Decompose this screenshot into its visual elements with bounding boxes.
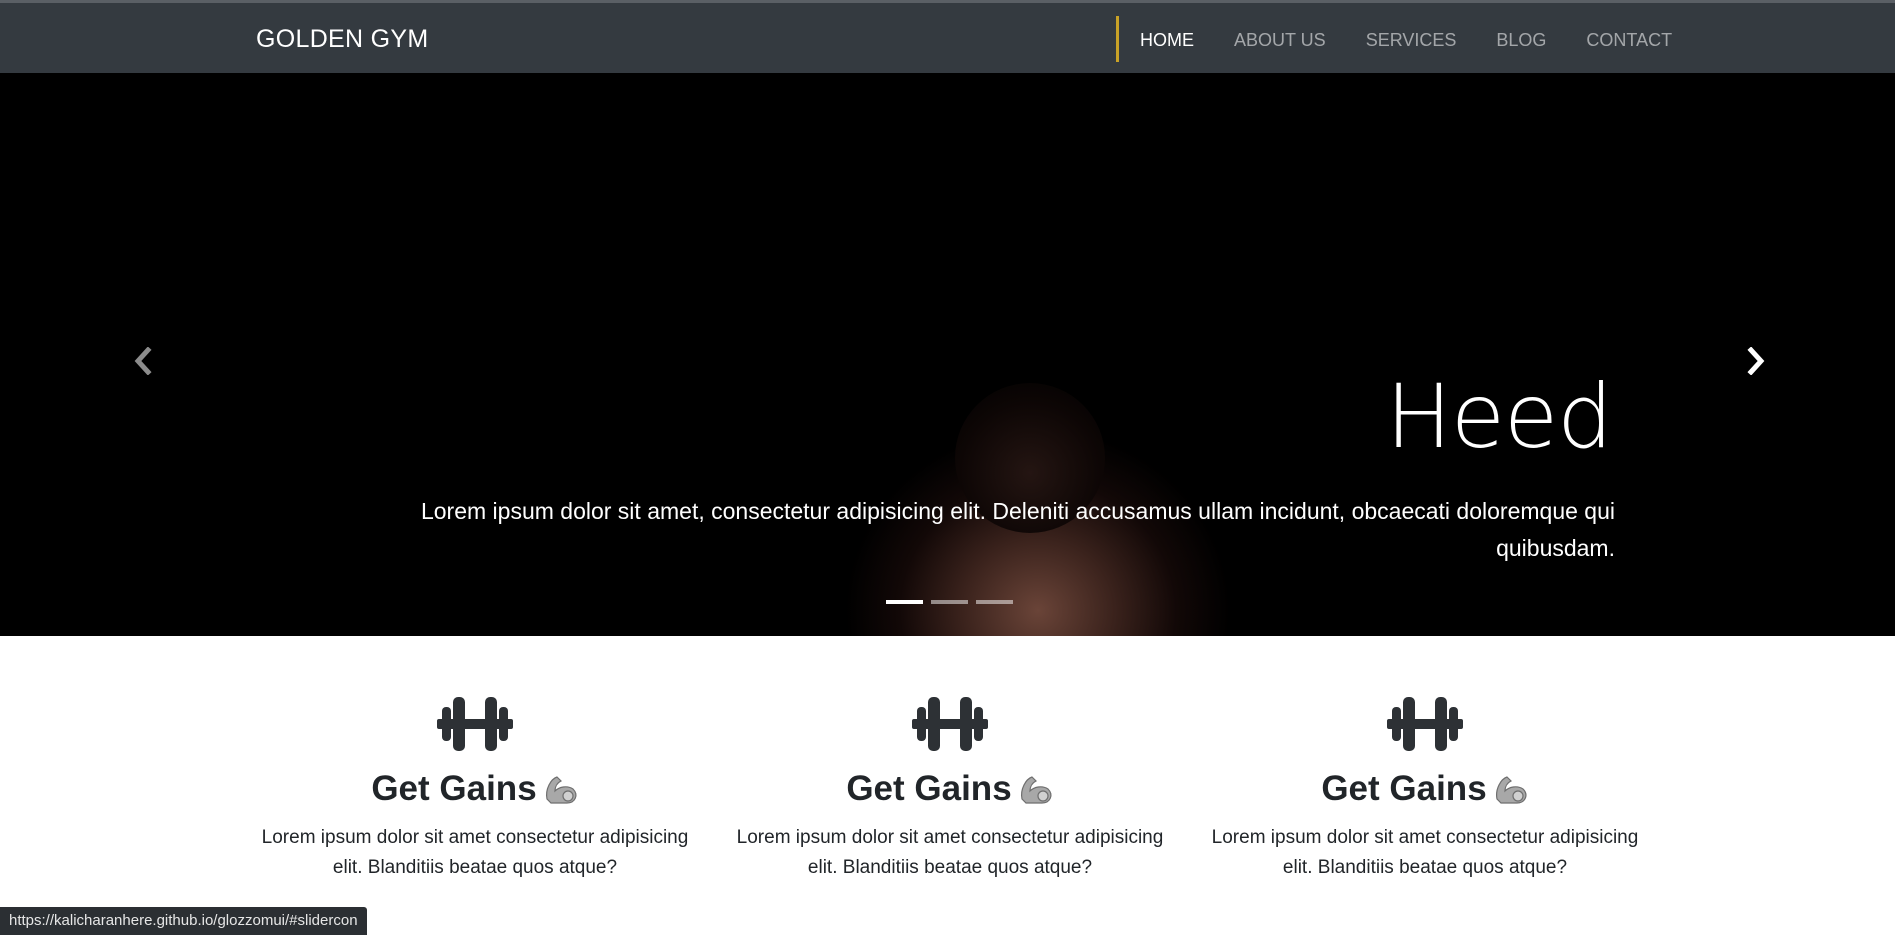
dumbbell-icon [1387, 697, 1463, 751]
carousel-next-button[interactable] [1726, 331, 1786, 391]
browser-status-url: https://kalicharanhere.github.io/glozzom… [0, 907, 367, 935]
feature-title: Get Gains [730, 769, 1170, 809]
dumbbell-icon [912, 697, 988, 751]
flexed-biceps-icon [1020, 776, 1052, 804]
carousel-indicator-2[interactable] [931, 600, 968, 604]
carousel-caption-title: Heed [1385, 365, 1613, 468]
nav-link-about-us[interactable]: ABOUT US [1234, 30, 1326, 51]
feature-title-text: Get Gains [846, 769, 1012, 808]
chevron-left-icon [134, 347, 152, 375]
nav-link-services[interactable]: SERVICES [1366, 30, 1457, 51]
nav-link-blog[interactable]: BLOG [1496, 30, 1546, 51]
feature-title-text: Get Gains [371, 769, 537, 808]
flexed-biceps-icon [545, 776, 577, 804]
nav-link-contact[interactable]: CONTACT [1586, 30, 1672, 51]
brand-logo[interactable]: GOLDEN GYM [256, 25, 428, 54]
feature-text: Lorem ipsum dolor sit amet consectetur a… [1211, 827, 1639, 878]
nav-link-home[interactable]: HOME [1140, 30, 1194, 51]
carousel-indicator-3[interactable] [976, 600, 1013, 604]
feature-card: Get Gains Lorem ipsum dolor sit amet con… [255, 695, 695, 883]
navbar: GOLDEN GYM HOME ABOUT US SERVICES BLOG C… [0, 0, 1895, 73]
carousel-caption-text: Lorem ipsum dolor sit amet, consectetur … [420, 498, 1615, 561]
nav-links: HOME ABOUT US SERVICES BLOG CONTACT [1140, 30, 1672, 51]
chevron-right-icon [1747, 347, 1765, 375]
feature-title-text: Get Gains [1321, 769, 1487, 808]
carousel-indicator-1[interactable] [886, 600, 923, 604]
carousel-indicators [886, 600, 1013, 604]
nav-divider [1116, 16, 1119, 62]
feature-title: Get Gains [255, 769, 695, 809]
feature-text: Lorem ipsum dolor sit amet consectetur a… [736, 827, 1164, 878]
feature-text: Lorem ipsum dolor sit amet consectetur a… [261, 827, 689, 878]
flexed-biceps-icon [1495, 776, 1527, 804]
feature-card: Get Gains Lorem ipsum dolor sit amet con… [730, 695, 1170, 883]
dumbbell-icon [437, 697, 513, 751]
carousel-prev-button[interactable] [113, 331, 173, 391]
feature-card: Get Gains Lorem ipsum dolor sit amet con… [1205, 695, 1645, 883]
feature-title: Get Gains [1205, 769, 1645, 809]
hero-carousel: Heed Lorem ipsum dolor sit amet, consect… [0, 73, 1895, 636]
